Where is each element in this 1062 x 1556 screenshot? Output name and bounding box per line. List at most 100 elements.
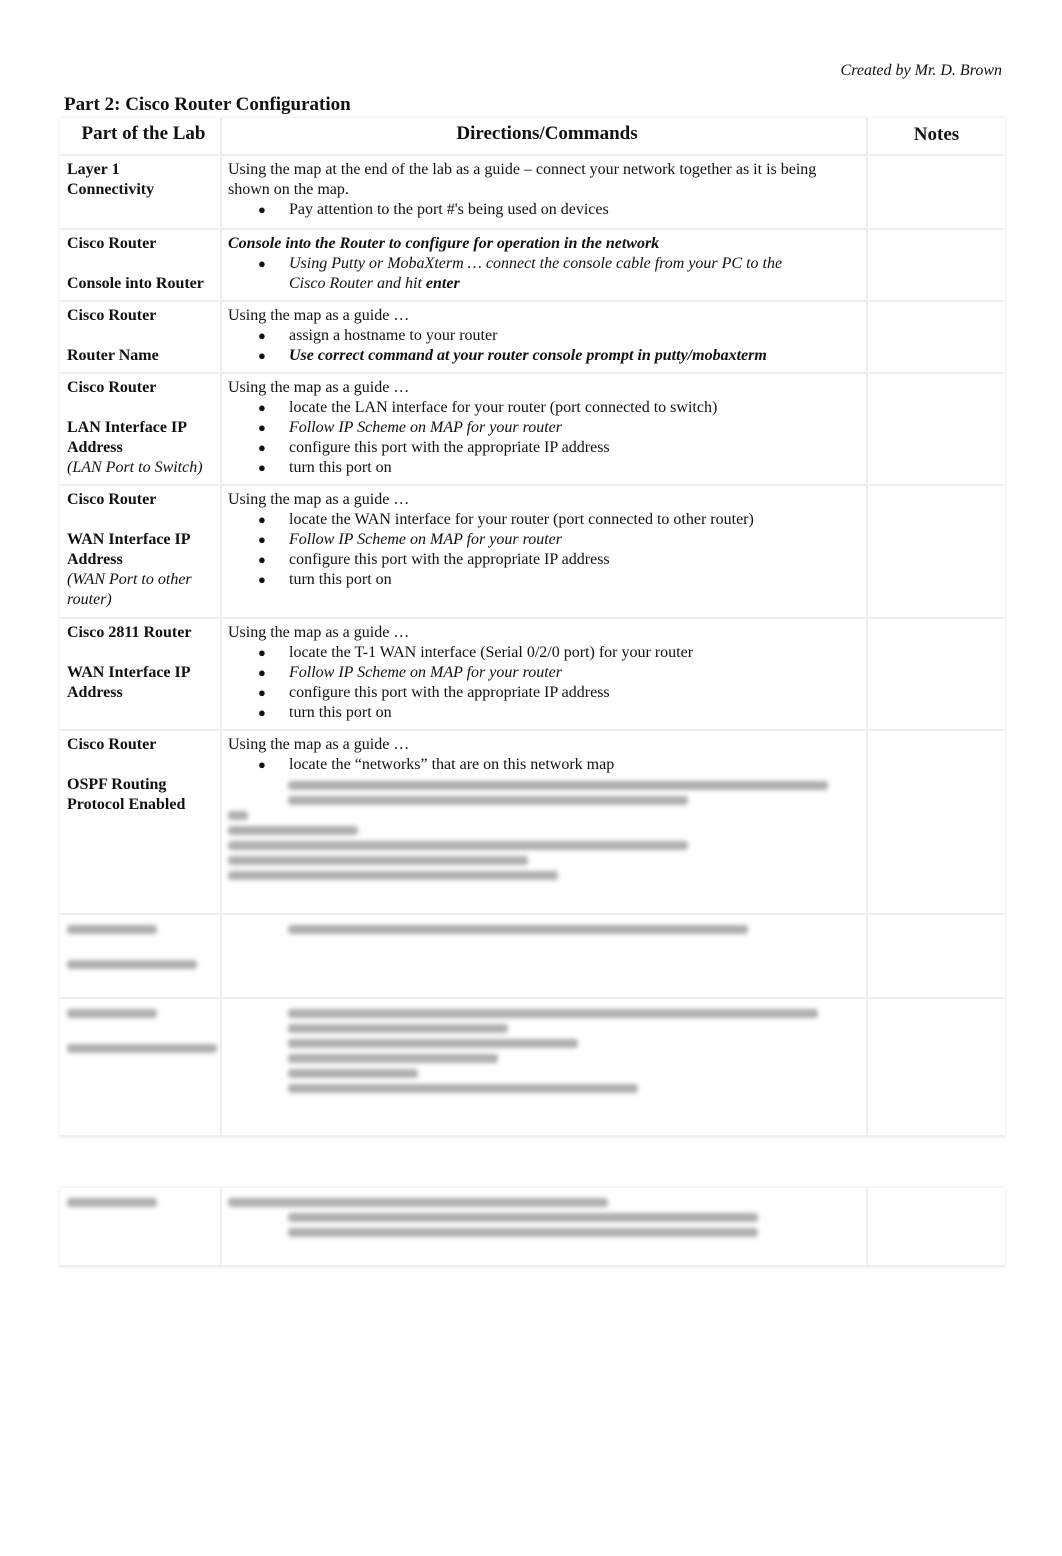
directions-cell: Using the map as a guide … locate the “ne… (222, 731, 868, 913)
part-label: (WAN Port to other (67, 571, 192, 588)
directions-cell (222, 1188, 868, 1265)
part-label: WAN Interface IP (67, 531, 191, 548)
part-label: Protocol Enabled (67, 796, 186, 813)
redacted-text (288, 1009, 818, 1018)
text-span: Using the map as a guide … (228, 736, 410, 753)
text-span: locate the T-1 WAN interface (Serial 0/2… (289, 644, 694, 661)
text-span: assign a hostname to your router (289, 327, 498, 344)
directions-cell (222, 915, 868, 997)
part-label (67, 510, 220, 530)
redacted-text (67, 925, 157, 934)
redacted-text (67, 960, 197, 969)
bullet-item: turn this port on (228, 458, 866, 478)
table-row: Cisco Router WAN Interface IP Address (WAN… (60, 486, 1005, 619)
page-title: Part 2: Cisco Router Configuration (64, 94, 351, 115)
part-label: Cisco Router (67, 491, 157, 508)
directions-cell (222, 999, 868, 1135)
redacted-text (228, 841, 688, 850)
redacted-text (228, 1198, 608, 1207)
directions-cell: Using the map as a guide … locate the WAN… (222, 486, 868, 617)
bullet-item: configure this port with the appropriate… (228, 438, 866, 458)
table-row: Cisco Router Router Name Using the map as… (60, 302, 1005, 374)
column-header: Notes (913, 124, 960, 145)
bullet-item: Follow IP Scheme on MAP for your router (228, 418, 866, 438)
part-label (67, 326, 220, 346)
directions-cell: Using the map at the end of the lab as a… (222, 156, 868, 228)
redacted-text (288, 796, 688, 805)
table-row (60, 915, 1005, 999)
part-label: (LAN Port to Switch) (67, 459, 203, 476)
part-label: Cisco Router (67, 736, 157, 753)
text-span: configure this port with the appropriate… (289, 551, 610, 568)
part-label: Address (67, 684, 123, 701)
text-span: turn this port on (289, 571, 392, 588)
direction-line: Using the map as a guide … (228, 490, 866, 510)
part-cell (60, 915, 222, 997)
bullet-item: Follow IP Scheme on MAP for your router (228, 530, 866, 550)
bullet-item: locate the T-1 WAN interface (Serial 0/2… (228, 643, 866, 663)
part-label: LAN Interface IP (67, 419, 187, 436)
redacted-text (67, 1044, 217, 1053)
bullet-item: locate the WAN interface for your router… (228, 510, 866, 530)
table-row: Cisco Router LAN Interface IP Address (LAN… (60, 374, 1005, 486)
table-header: Part of the Lab Directions/Commands Note… (60, 118, 1005, 156)
bullet-item: configure this port with the appropriate… (228, 683, 866, 703)
direction-line: Console into the Router to configure for… (228, 234, 866, 254)
table-row: Cisco 2811 Router WAN Interface IP Addres… (60, 619, 1005, 731)
part-label: Layer 1 (67, 161, 120, 178)
text-span: configure this port with the appropriate… (289, 684, 610, 701)
part-cell: Cisco Router Console into Router (60, 230, 222, 300)
part-cell: Cisco Router OSPF Routing Protocol Enable… (60, 731, 222, 913)
author-credit: Created by Mr. D. Brown (840, 62, 1002, 79)
bullet-item: turn this port on (228, 570, 866, 590)
part-cell: Cisco Router LAN Interface IP Address (LAN… (60, 374, 222, 484)
bullet-item: Using Putty or MobaXterm … connect the c… (228, 254, 866, 274)
notes-cell (868, 486, 1005, 617)
part-cell (60, 999, 222, 1135)
direction-line: Using the map as a guide … (228, 623, 866, 643)
directions-cell: Using the map as a guide … locate the T-1… (222, 619, 868, 729)
text-span: Using the map as a guide … (228, 624, 410, 641)
text-span: enter (425, 275, 460, 292)
text-span: Using the map as a guide … (228, 307, 410, 324)
part-label: router) (67, 591, 112, 608)
text-span: locate the LAN interface for your router… (289, 399, 718, 416)
text-span: Follow IP Scheme on MAP for your router (289, 531, 562, 548)
text-span: shown on the map. (228, 181, 349, 198)
direction-line: Cisco Router and hit enter (228, 274, 866, 294)
bullet-item: turn this port on (228, 703, 866, 723)
text-span: Follow IP Scheme on MAP for your router (289, 419, 562, 436)
redacted-text (228, 856, 528, 865)
redacted-text (288, 1054, 498, 1063)
notes-cell (868, 156, 1005, 228)
redacted-text (288, 1228, 758, 1237)
redacted-text (288, 1213, 758, 1222)
direction-line: Using the map as a guide … (228, 378, 866, 398)
bullet-item: locate the “networks” that are on this n… (228, 755, 866, 775)
notes-cell (868, 619, 1005, 729)
direction-line: Using the map as a guide … (228, 306, 866, 326)
part-cell (60, 1188, 222, 1265)
part-cell: Cisco Router Router Name (60, 302, 222, 372)
table-row (60, 1188, 1005, 1267)
part-label: Cisco Router (67, 379, 157, 396)
redacted-text (288, 1024, 508, 1033)
bullet-item: Use correct command at your router conso… (228, 346, 866, 366)
part-label: Console into Router (67, 275, 204, 292)
directions-cell: Using the map as a guide … locate the LAN… (222, 374, 868, 484)
text-span: Follow IP Scheme on MAP for your router (289, 664, 562, 681)
text-span: Using the map at the end of the lab as a… (228, 161, 817, 178)
notes-cell (868, 302, 1005, 372)
table-row: Cisco Router OSPF Routing Protocol Enable… (60, 731, 1005, 915)
direction-line: shown on the map. (228, 180, 866, 200)
bullet-item: assign a hostname to your router (228, 326, 866, 346)
part-label: Cisco 2811 Router (67, 624, 192, 641)
notes-cell (868, 915, 1005, 997)
part-label: Address (67, 439, 123, 456)
redacted-text (67, 1198, 157, 1207)
part-label: Cisco Router (67, 307, 157, 324)
direction-line: Using the map at the end of the lab as a… (228, 160, 866, 180)
document-page: Created by Mr. D. Brown Part 2: Cisco Ro… (0, 0, 1062, 1556)
text-span: Using the map as a guide … (228, 491, 410, 508)
part-label: Address (67, 551, 123, 568)
